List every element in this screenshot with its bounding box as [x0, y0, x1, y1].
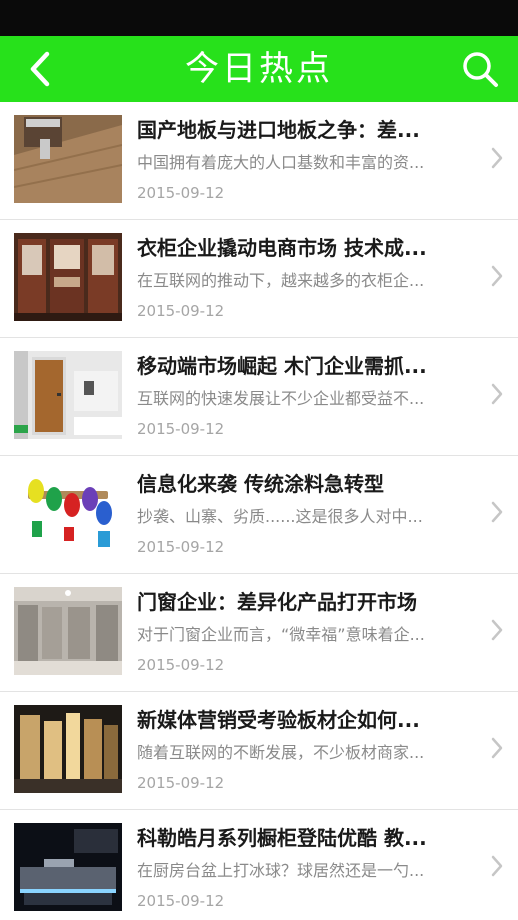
article-summary: 对于门窗企业而言，“微幸福”意味着企... — [137, 625, 425, 644]
article-summary: 随着互联网的不断发展，不少板材商家... — [137, 743, 425, 762]
article-thumbnail — [14, 823, 122, 911]
article-date: 2015-09-12 — [137, 302, 225, 320]
article-title: 移动端市场崛起 木门企业需抓... — [137, 354, 427, 378]
article-thumbnail — [14, 115, 122, 203]
list-item[interactable]: 门窗企业：差异化产品打开市场 对于门窗企业而言，“微幸福”意味着企... 201… — [0, 574, 518, 692]
chevron-right-icon — [491, 619, 503, 641]
article-date: 2015-09-12 — [137, 892, 225, 910]
article-list: 国产地板与进口地板之争：差... 中国拥有着庞大的人口基数和丰富的资... 20… — [0, 102, 518, 920]
article-date: 2015-09-12 — [137, 774, 225, 792]
chevron-right-icon — [491, 383, 503, 405]
app-header: 今日热点 — [0, 36, 518, 102]
article-summary: 抄袭、山寨、劣质......这是很多人对中... — [137, 507, 423, 526]
article-date: 2015-09-12 — [137, 420, 225, 438]
chevron-right-icon — [491, 855, 503, 877]
article-title: 信息化来袭 传统涂料急转型 — [137, 472, 384, 496]
article-thumbnail — [14, 233, 122, 321]
article-summary: 在厨房台盆上打冰球？球居然还是一勺... — [137, 861, 425, 880]
article-title: 科勒皓月系列橱柜登陆优酷 教... — [137, 826, 427, 850]
article-date: 2015-09-12 — [137, 538, 225, 556]
article-date: 2015-09-12 — [137, 656, 225, 674]
back-button[interactable] — [20, 48, 60, 90]
search-button[interactable] — [458, 48, 502, 90]
article-title: 门窗企业：差异化产品打开市场 — [137, 590, 417, 614]
chevron-left-icon — [30, 51, 50, 87]
list-item[interactable]: 衣柜企业撬动电商市场 技术成... 在互联网的推动下，越来越多的衣柜企... 2… — [0, 220, 518, 338]
article-thumbnail — [14, 351, 122, 439]
article-thumbnail — [14, 469, 122, 557]
article-title: 新媒体营销受考验板材企如何... — [137, 708, 420, 732]
status-bar — [0, 0, 518, 36]
article-summary: 互联网的快速发展让不少企业都受益不... — [137, 389, 425, 408]
article-summary: 中国拥有着庞大的人口基数和丰富的资... — [137, 153, 425, 172]
article-thumbnail — [14, 587, 122, 675]
list-item[interactable]: 信息化来袭 传统涂料急转型 抄袭、山寨、劣质......这是很多人对中... 2… — [0, 456, 518, 574]
article-date: 2015-09-12 — [137, 184, 225, 202]
chevron-right-icon — [491, 265, 503, 287]
search-icon — [463, 52, 498, 87]
article-title: 国产地板与进口地板之争：差... — [137, 118, 420, 142]
chevron-right-icon — [491, 737, 503, 759]
list-item[interactable]: 科勒皓月系列橱柜登陆优酷 教... 在厨房台盆上打冰球？球居然还是一勺... 2… — [0, 810, 518, 920]
list-item[interactable]: 移动端市场崛起 木门企业需抓... 互联网的快速发展让不少企业都受益不... 2… — [0, 338, 518, 456]
page-title: 今日热点 — [185, 49, 333, 89]
article-summary: 在互联网的推动下，越来越多的衣柜企... — [137, 271, 425, 290]
chevron-right-icon — [491, 501, 503, 523]
list-item[interactable]: 新媒体营销受考验板材企如何... 随着互联网的不断发展，不少板材商家... 20… — [0, 692, 518, 810]
article-thumbnail — [14, 705, 122, 793]
list-item[interactable]: 国产地板与进口地板之争：差... 中国拥有着庞大的人口基数和丰富的资... 20… — [0, 102, 518, 220]
chevron-right-icon — [491, 147, 503, 169]
article-title: 衣柜企业撬动电商市场 技术成... — [137, 236, 427, 260]
